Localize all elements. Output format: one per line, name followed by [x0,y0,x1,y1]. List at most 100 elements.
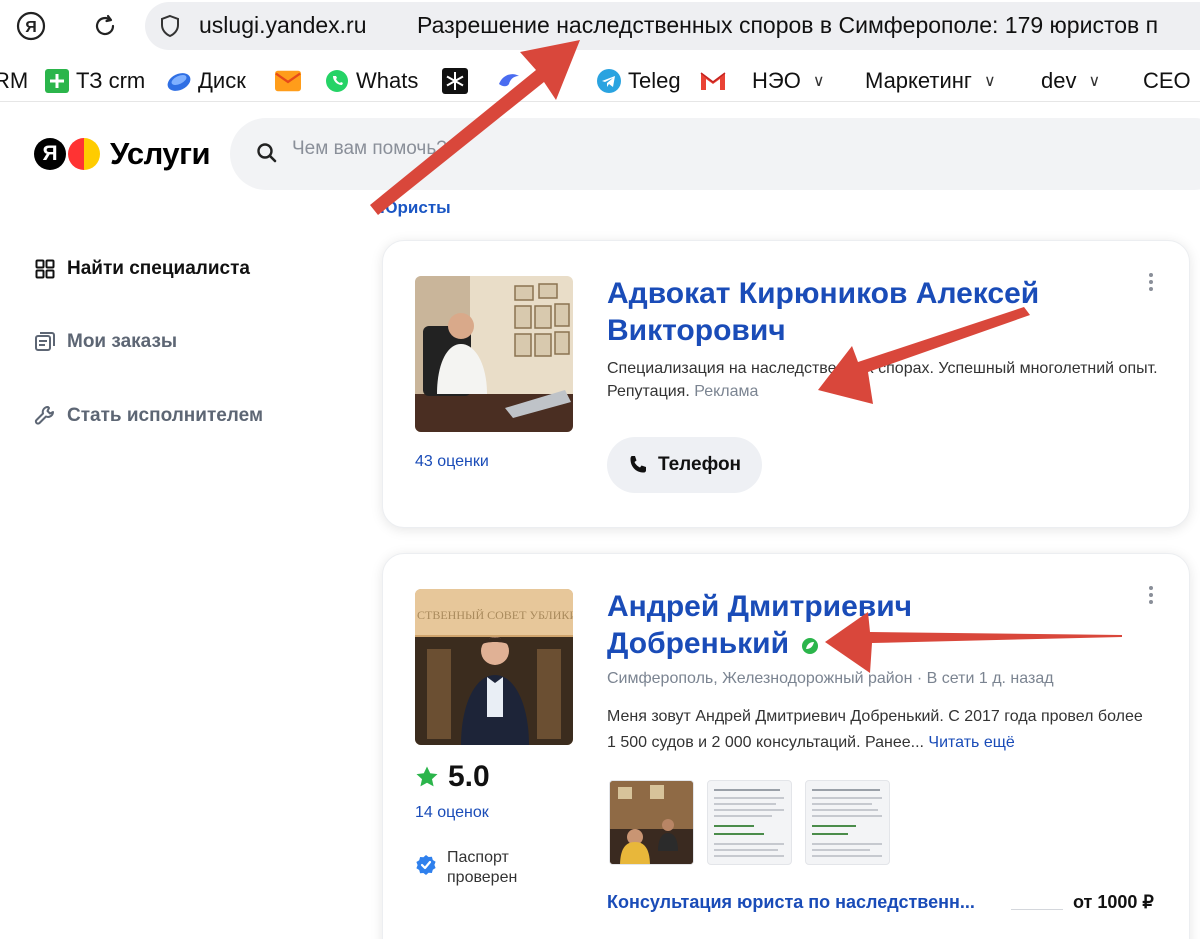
sidebar-item-label: Мои заказы [67,331,178,352]
specialist-photo[interactable] [415,276,573,432]
bookmark-folder-neo[interactable]: НЭО ∨ [752,66,825,96]
sidebar-item-my-orders[interactable]: Мои заказы [34,331,177,353]
bookmark-tz-crm[interactable]: ТЗ crm [44,66,145,96]
specialist-card[interactable]: Адвокат Кирюников Алексей Викторович Спе… [382,240,1190,528]
chevron-down-icon: ∨ [983,73,996,90]
logo-letter: Я [34,138,66,170]
bookmark-folder-marketing[interactable]: Маркетинг ∨ [865,66,996,96]
specialist-card[interactable]: СТВЕННЫЙ СОВЕТ УБЛИКИ КРЫМ Андрей Дмитри… [382,553,1190,939]
score-value: 5.0 [448,760,490,793]
specialist-description: Специализация на наследственных спорах. … [607,357,1167,403]
bookmark-mail[interactable] [275,66,307,96]
bookmark-folder-dev[interactable]: dev ∨ [1041,66,1100,96]
search-input[interactable] [292,138,892,160]
yandex-browser-icon[interactable]: Я [14,9,48,43]
whatsapp-icon [324,68,350,94]
location-text: Симферополь, Железнодорожный район [607,670,913,687]
bookmark-whatsapp[interactable]: Whats [324,66,418,96]
shield-icon[interactable] [157,13,183,39]
bookmark-wing[interactable] [496,66,528,96]
specialist-name-line: Андрей Дмитриевич [607,590,913,623]
service-link[interactable]: Консультация юриста по наследственн... [607,892,975,913]
specialist-name-line: Добренький [607,627,790,660]
blue-wing-icon [496,68,522,94]
gmail-icon [700,68,726,94]
bookmark-snowflake[interactable] [442,66,474,96]
bookmark-disk[interactable]: Диск [166,66,246,96]
read-more-link[interactable]: Читать ещё [928,734,1014,751]
sidebar-item-label: Стать исполнителем [67,405,264,426]
specialist-name-line: Адвокат Кирюников Алексей [607,277,1040,310]
grid-icon [34,258,56,280]
chevron-down-icon: ∨ [812,73,825,90]
portfolio-document-thumbnail[interactable] [805,780,890,865]
specialist-name-line: Викторович [607,314,786,347]
snowflake-icon [442,68,468,94]
bookmark-folder-ceo[interactable]: CEO [1143,66,1191,96]
portfolio-photo-thumbnail[interactable] [609,780,694,865]
url-host: uslugi.yandex.ru [199,12,367,38]
bookmark-label: Whats [356,68,419,93]
logo-ball-icon [68,138,100,170]
page-tab-title: Разрешение наследственных споров в Симфе… [417,12,1159,38]
telegram-icon [596,68,622,94]
phone-icon [628,455,648,475]
dot-separator: · [916,670,927,687]
description-text: Специализация на наследственных спорах. … [607,360,1158,400]
orders-icon [34,331,56,353]
bookmarks-bar: RM ТЗ crm Диск Whats Teleg НЭО ∨ Маркети… [0,58,1200,102]
photo-banner-text: СТВЕННЫЙ СОВЕТ УБЛИКИ КРЫМ [417,608,573,622]
bookmark-label: CEO [1143,68,1191,93]
sidebar-item-find-specialist[interactable]: Найти специалиста [34,258,250,280]
url-field[interactable]: uslugi.yandex.ru Разрешение наследственн… [145,2,1200,50]
verified-leaf-icon [801,627,819,664]
specialist-name[interactable]: Андрей Дмитриевич Добренький [607,588,912,664]
search-icon [256,142,278,169]
browser-address-bar: Я uslugi.yandex.ru Разрешение наследстве… [0,0,1200,55]
bookmark-label: Teleg [628,68,681,93]
phone-button[interactable]: Телефон [607,437,762,493]
breadcrumb[interactable]: Юристы [380,198,451,220]
yandex-disk-icon [166,68,192,94]
reload-icon[interactable] [88,9,122,43]
bookmark-label: Маркетинг [865,68,972,93]
rating-score: 5.0 [415,760,490,794]
svg-text:Я: Я [25,19,37,36]
yandex-uslugi-logo[interactable]: Я Услуги [34,136,211,172]
bookmark-crm[interactable]: RM [0,66,28,96]
mail-envelope-icon [275,68,301,94]
specialist-name[interactable]: Адвокат Кирюников Алексей Викторович [607,275,1039,349]
bookmark-label: НЭО [752,68,801,93]
online-status: В сети 1 д. назад [926,670,1054,687]
bookmark-gmail[interactable] [700,66,732,96]
description-text: Меня зовут Андрей Дмитриевич Добренький.… [607,708,1143,751]
bookmark-telegram[interactable]: Teleg [596,66,681,96]
more-options-icon[interactable] [1149,586,1155,607]
phone-button-label: Телефон [657,454,742,475]
bookmark-label: dev [1041,68,1077,93]
ratings-count-link[interactable]: 43 оценки [415,453,489,471]
ratings-count-link[interactable]: 14 оценок [415,804,489,822]
passport-text: проверен [447,869,518,886]
logo-text: Услуги [110,136,211,171]
portfolio-document-thumbnail[interactable] [707,780,792,865]
ad-label: Реклама [694,383,759,400]
chevron-down-icon: ∨ [1088,73,1101,90]
sidebar-item-become-performer[interactable]: Стать исполнителем [34,405,263,427]
service-price: от 1000 ₽ [1073,892,1154,912]
price-leader [1011,909,1063,910]
specialist-description: Меня зовут Андрей Дмитриевич Добренький.… [607,704,1147,756]
more-options-icon[interactable] [1149,273,1155,294]
bookmark-label: ТЗ crm [76,68,146,93]
wrench-icon [34,405,56,427]
passport-verified-badge: Паспорт проверен [415,848,517,888]
verified-check-icon [415,854,437,876]
bookmark-label: RM [0,68,29,93]
location-status: Симферополь, Железнодорожный район · В с… [607,670,1054,688]
star-icon [415,765,439,789]
search-bar[interactable] [230,118,1200,190]
green-plus-icon [44,68,70,94]
sidebar-item-label: Найти специалиста [67,258,250,279]
passport-text: Паспорт [447,849,509,866]
specialist-photo[interactable]: СТВЕННЫЙ СОВЕТ УБЛИКИ КРЫМ [415,589,573,745]
